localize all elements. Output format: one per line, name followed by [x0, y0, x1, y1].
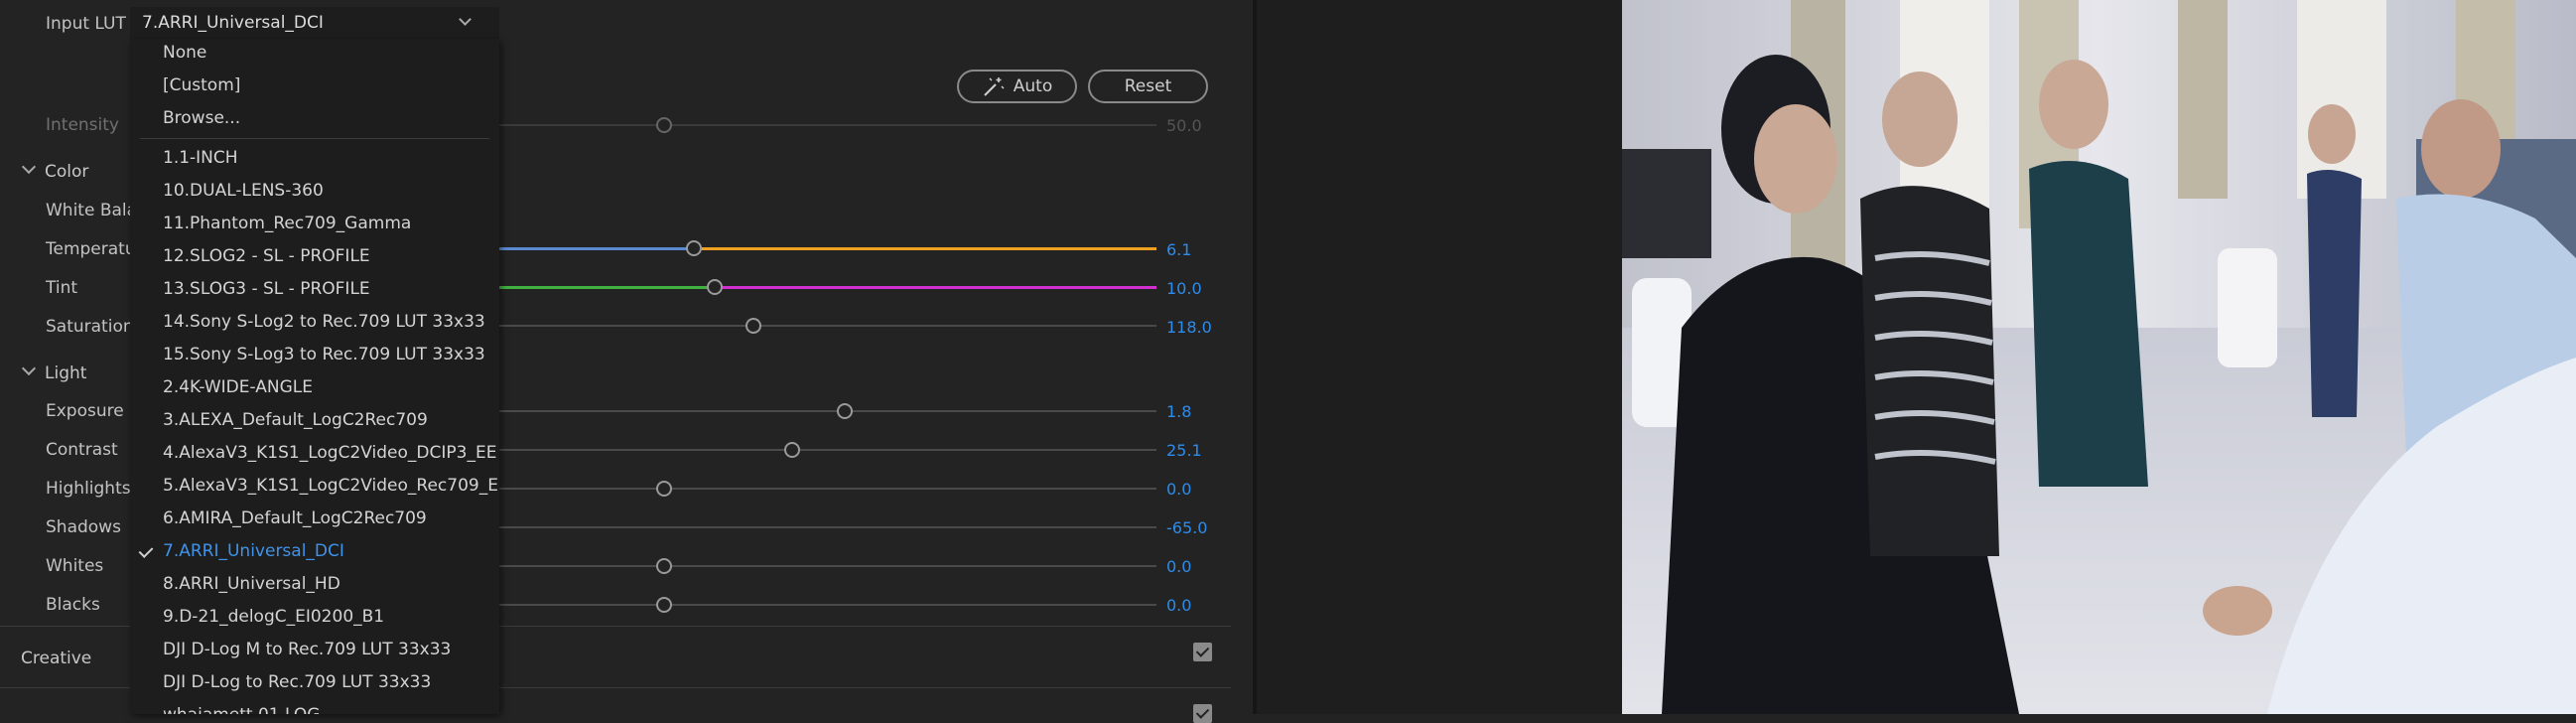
blacks-value[interactable]: 0.0 [1166, 596, 1191, 615]
blacks-track[interactable] [499, 604, 1156, 606]
intensity-track[interactable] [499, 124, 1156, 126]
tint-track-left[interactable] [499, 286, 714, 289]
input-lut-dropdown[interactable]: None [Custom] Browse... 1.1-INCH 10.DUAL… [130, 39, 499, 714]
lut-option[interactable]: whaiamett 01 LOG [163, 705, 320, 714]
color-section-title[interactable]: Color [45, 162, 88, 182]
whites-label: Whites [46, 556, 104, 576]
highlights-value[interactable]: 0.0 [1166, 480, 1191, 499]
blacks-knob[interactable] [656, 597, 672, 613]
highlights-label: Highlights [46, 479, 131, 499]
contrast-knob[interactable] [784, 442, 800, 458]
intensity-knob[interactable] [656, 117, 672, 133]
shadows-track[interactable] [499, 526, 1156, 528]
lut-option[interactable]: 2.4K-WIDE-ANGLE [163, 377, 313, 397]
lut-option[interactable]: [Custom] [163, 75, 240, 95]
lut-option[interactable]: 13.SLOG3 - SL - PROFILE [163, 279, 370, 299]
saturation-label: Saturation [46, 317, 134, 337]
temperature-track-fill[interactable] [693, 247, 1156, 250]
lut-option[interactable]: 12.SLOG2 - SL - PROFILE [163, 246, 370, 266]
lut-option[interactable]: Browse... [163, 108, 240, 128]
lut-option[interactable]: None [163, 43, 206, 63]
intensity-value[interactable]: 50.0 [1166, 116, 1202, 135]
temperature-track-left[interactable] [499, 247, 693, 250]
highlights-track[interactable] [499, 488, 1156, 490]
program-monitor-preview[interactable] [1622, 0, 2576, 714]
lut-option[interactable]: 6.AMIRA_Default_LogC2Rec709 [163, 508, 427, 528]
light-section-title[interactable]: Light [45, 363, 86, 383]
lut-option[interactable]: 9.D-21_delogC_EI0200_B1 [163, 607, 384, 627]
auto-button-label: Auto [1013, 76, 1053, 96]
shadows-value[interactable]: -65.0 [1166, 518, 1207, 537]
contrast-label: Contrast [46, 440, 118, 460]
whites-track[interactable] [499, 565, 1156, 567]
auto-button[interactable]: Auto [957, 70, 1077, 103]
light-collapse-chevron-icon[interactable] [21, 361, 37, 376]
temperature-value[interactable]: 6.1 [1166, 240, 1191, 259]
tint-track-fill[interactable] [714, 286, 1156, 289]
lut-option[interactable]: 15.Sony S-Log3 to Rec.709 LUT 33x33 [163, 345, 485, 364]
saturation-track[interactable] [499, 325, 1156, 327]
highlights-knob[interactable] [656, 481, 672, 497]
lut-option[interactable]: DJI D-Log M to Rec.709 LUT 33x33 [163, 640, 451, 659]
tint-label: Tint [46, 278, 78, 298]
lut-option[interactable]: 10.DUAL-LENS-360 [163, 181, 324, 201]
reset-button[interactable]: Reset [1088, 70, 1208, 103]
input-lut-select[interactable]: 7.ARRI_Universal_DCI [130, 7, 499, 39]
contrast-value[interactable]: 25.1 [1166, 441, 1202, 460]
lut-option[interactable]: DJI D-Log to Rec.709 LUT 33x33 [163, 672, 431, 692]
contrast-track[interactable] [499, 449, 1156, 451]
shadows-label: Shadows [46, 517, 121, 537]
video-frame-image [1622, 0, 2576, 714]
dropdown-separator [140, 138, 489, 139]
creative-section-title[interactable]: Creative [21, 649, 91, 668]
lut-option[interactable]: 5.AlexaV3_K1S1_LogC2Video_Rec709_EE [163, 476, 499, 496]
lut-option[interactable]: 8.ARRI_Universal_HD [163, 574, 340, 594]
lut-option[interactable]: 1.1-INCH [163, 148, 238, 168]
creative-enable-checkbox[interactable] [1193, 643, 1212, 661]
tint-knob[interactable] [707, 279, 723, 295]
exposure-value[interactable]: 1.8 [1166, 402, 1191, 421]
color-collapse-chevron-icon[interactable] [21, 159, 37, 175]
lut-option[interactable]: 4.AlexaV3_K1S1_LogC2Video_DCIP3_EE [163, 443, 496, 463]
magic-wand-icon [984, 77, 1005, 96]
input-lut-label: Input LUT [46, 14, 126, 34]
whites-knob[interactable] [656, 558, 672, 574]
reset-button-label: Reset [1124, 76, 1172, 96]
temperature-label: Temperatu [46, 239, 136, 259]
temperature-knob[interactable] [686, 240, 702, 256]
exposure-track[interactable] [499, 410, 1156, 412]
tint-value[interactable]: 10.0 [1166, 279, 1202, 298]
lut-option[interactable]: 3.ALEXA_Default_LogC2Rec709 [163, 410, 428, 430]
lut-option[interactable]: 11.Phantom_Rec709_Gamma [163, 214, 411, 233]
monitor-background [1257, 0, 1622, 714]
checkmark-icon [138, 543, 154, 558]
exposure-label: Exposure [46, 401, 124, 421]
saturation-knob[interactable] [746, 318, 761, 334]
chevron-down-icon [459, 13, 472, 26]
whites-value[interactable]: 0.0 [1166, 557, 1191, 576]
exposure-knob[interactable] [837, 403, 853, 419]
intensity-label: Intensity [46, 115, 119, 135]
input-lut-value: 7.ARRI_Universal_DCI [142, 13, 324, 33]
blacks-label: Blacks [46, 595, 100, 615]
lumetri-panel: Input LUT 7.ARRI_Universal_DCI Auto Rese… [0, 0, 1253, 723]
lut-option-selected[interactable]: 7.ARRI_Universal_DCI [163, 541, 344, 561]
lut-option[interactable]: 14.Sony S-Log2 to Rec.709 LUT 33x33 [163, 312, 485, 332]
saturation-value[interactable]: 118.0 [1166, 318, 1212, 337]
